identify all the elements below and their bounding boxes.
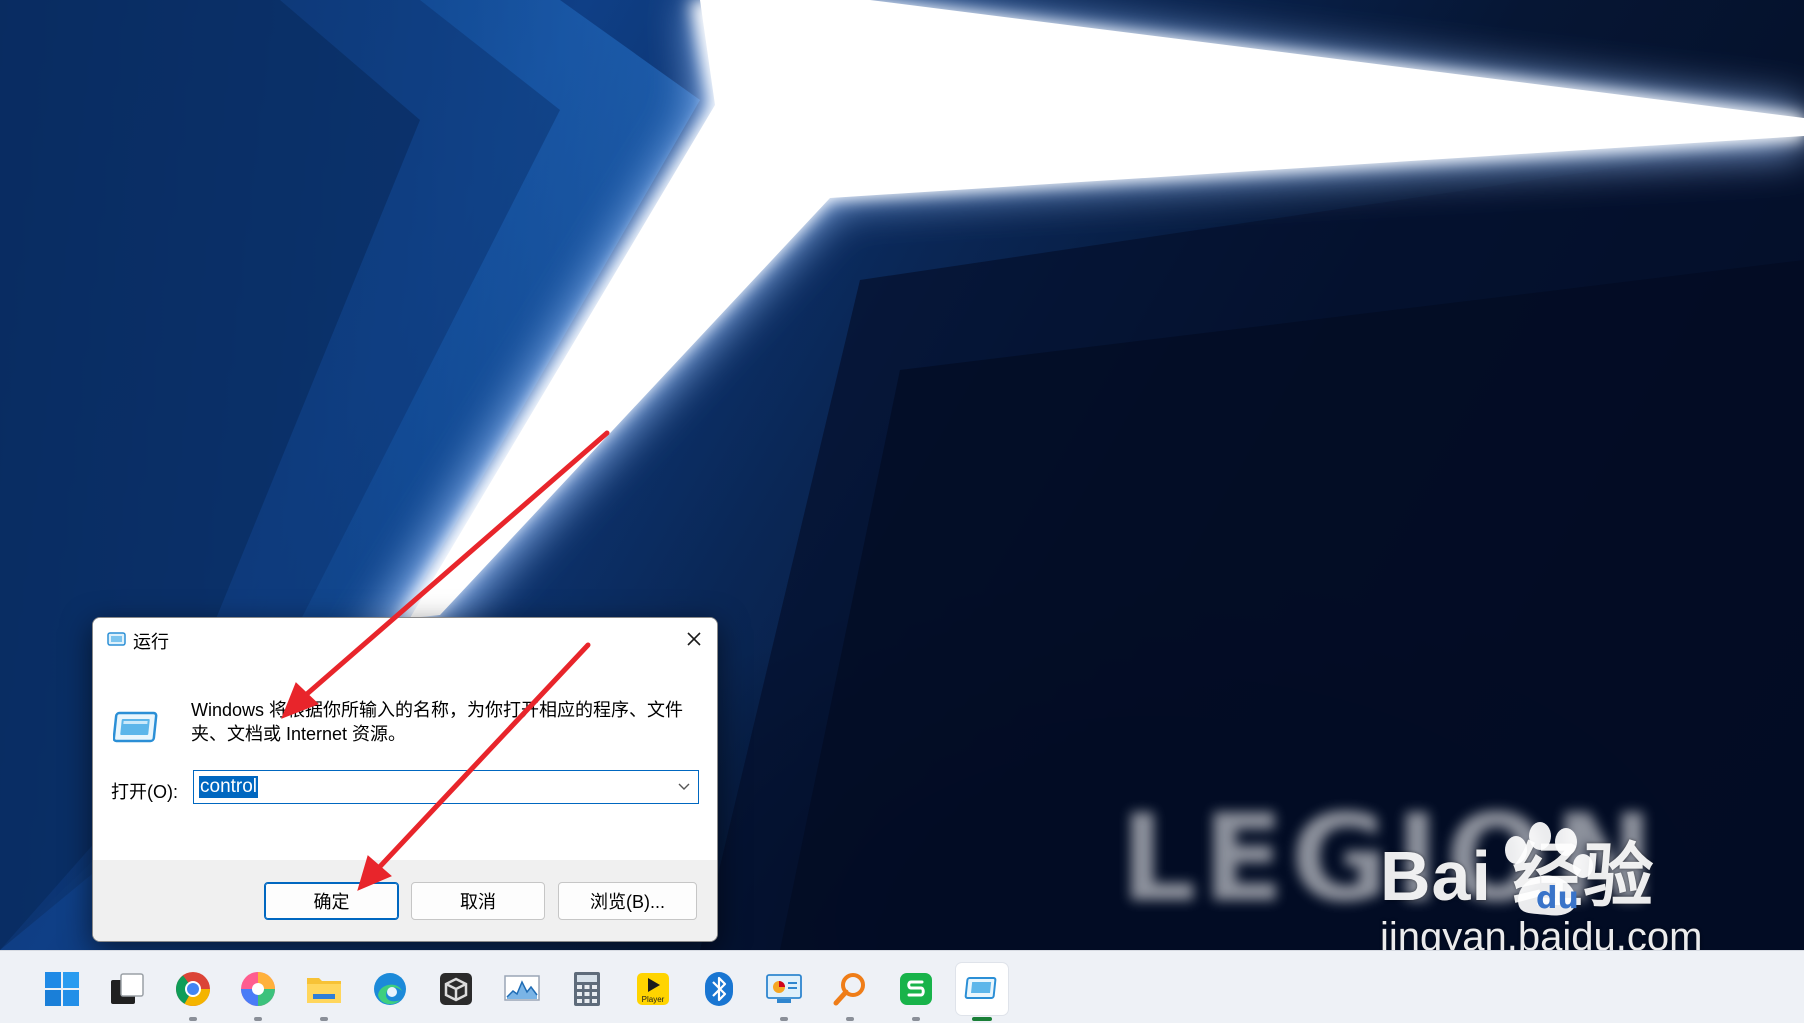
browse-button[interactable]: 浏览(B)... — [558, 882, 697, 920]
svg-text:du: du — [1536, 881, 1579, 916]
taskbar-edge[interactable] — [364, 963, 416, 1015]
running-indicator — [846, 1017, 854, 1021]
running-indicator — [912, 1017, 920, 1021]
color-wheel-app-icon — [241, 972, 275, 1006]
task-view-icon — [111, 973, 144, 1004]
run-dialog: 运行 Windows 将根据你所输入的名称，为你打开相应的程序、文件夹、文档或 … — [92, 617, 718, 942]
command-input-value[interactable]: control — [199, 776, 259, 798]
player-icon: Player — [637, 973, 669, 1005]
taskbar-file-explorer[interactable] — [298, 963, 350, 1021]
taskbar-virtualbox[interactable] — [430, 963, 482, 1015]
chevron-down-icon[interactable] — [678, 782, 690, 792]
virtualbox-icon — [440, 973, 472, 1005]
running-indicator — [780, 1017, 788, 1021]
taskbar: Player — [0, 950, 1804, 1023]
command-input[interactable]: control — [193, 770, 699, 804]
file-explorer-icon — [307, 978, 341, 1003]
dialog-title: 运行 — [133, 632, 169, 652]
close-button[interactable] — [671, 618, 717, 660]
close-icon — [687, 632, 701, 646]
player-label: Player — [642, 995, 665, 1004]
running-indicator — [320, 1017, 328, 1021]
taskbar-color-app[interactable] — [232, 963, 284, 1021]
taskbar-search-app[interactable] — [824, 963, 876, 1021]
run-program-icon — [113, 711, 158, 743]
calculator-icon — [574, 972, 600, 1006]
cancel-button[interactable]: 取消 — [411, 882, 545, 920]
running-indicator — [254, 1017, 262, 1021]
dialog-body: Windows 将根据你所输入的名称，为你打开相应的程序、文件夹、文档或 Int… — [93, 660, 717, 860]
ok-button[interactable]: 确定 — [264, 882, 399, 920]
dialog-description: Windows 将根据你所输入的名称，为你打开相应的程序、文件夹、文档或 Int… — [191, 700, 684, 744]
run-icon — [964, 977, 997, 999]
run-title-icon — [107, 632, 126, 646]
search-magnifier-icon — [833, 973, 865, 1006]
taskbar-player[interactable]: Player — [627, 963, 679, 1015]
taskbar-run[interactable] — [956, 963, 1008, 1021]
taskbar-performance-monitor[interactable] — [496, 963, 548, 1015]
edge-icon — [374, 973, 406, 1005]
taskbar-task-view[interactable] — [101, 963, 153, 1015]
dialog-titlebar[interactable]: 运行 — [93, 618, 717, 660]
running-indicator — [189, 1017, 197, 1021]
taskbar-bluetooth[interactable] — [693, 963, 745, 1015]
taskbar-wps[interactable] — [890, 963, 942, 1021]
wps-icon — [900, 973, 932, 1005]
start-icon — [45, 972, 79, 1006]
performance-monitor-icon — [504, 975, 540, 1001]
active-indicator — [972, 1017, 992, 1021]
baidu-paw-icon: du — [1505, 822, 1593, 916]
taskbar-chrome[interactable] — [167, 963, 219, 1021]
taskbar-start-button[interactable] — [36, 963, 88, 1015]
taskbar-control-panel[interactable] — [758, 963, 810, 1021]
dialog-button-bar: 确定 取消 浏览(B)... — [93, 860, 717, 941]
control-panel-icon — [766, 974, 802, 1003]
chrome-icon — [176, 972, 210, 1006]
bluetooth-icon — [705, 972, 733, 1006]
taskbar-calculator[interactable] — [561, 963, 613, 1015]
open-label: 打开(O): — [111, 782, 178, 802]
